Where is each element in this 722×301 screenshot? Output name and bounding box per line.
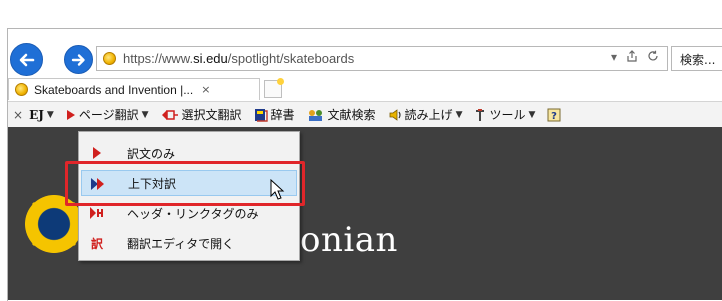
dictionary-button[interactable]: 辞書 <box>254 106 295 123</box>
tools-label: ツール <box>489 108 526 122</box>
ej-label: EJ <box>29 107 44 122</box>
tab-close-button[interactable]: × <box>201 83 210 96</box>
forward-button[interactable] <box>64 45 93 74</box>
url-path: /spotlight/skateboards <box>227 51 355 66</box>
literature-search-label: 文献検索 <box>327 108 376 122</box>
url-domain: si.edu <box>193 51 228 66</box>
mouse-cursor-icon <box>270 179 285 200</box>
dictionary-icon <box>254 108 268 122</box>
refresh-icon[interactable] <box>647 50 659 65</box>
selection-translate-button[interactable]: 選択文翻訳 <box>161 106 242 123</box>
share-icon[interactable] <box>626 50 638 65</box>
site-favicon-icon <box>103 52 116 65</box>
read-aloud-button[interactable]: 読み上げ ▼ <box>388 106 463 123</box>
page-translate-label: ページ翻訳 <box>78 108 139 122</box>
chevron-down-icon: ▼ <box>141 109 149 120</box>
back-button[interactable] <box>10 43 43 76</box>
page-translate-button[interactable]: ページ翻訳 ▼ <box>66 106 149 123</box>
address-tools: ▾ <box>611 50 659 65</box>
arrow-left-icon <box>19 53 34 66</box>
new-tab-button[interactable] <box>264 78 284 98</box>
selection-translate-icon <box>161 109 179 121</box>
chevron-down-icon[interactable]: ▾ <box>611 50 617 65</box>
header-link-icon <box>89 205 105 221</box>
tab-title: Skateboards and Invention |... <box>34 82 194 97</box>
svg-text:?: ? <box>552 111 558 122</box>
svg-text:訳: 訳 <box>91 236 104 251</box>
single-arrow-icon <box>89 145 105 161</box>
read-aloud-label: 読み上げ <box>404 108 453 122</box>
menu-item-open-editor[interactable]: 訳 翻訳エディタで開く <box>81 230 297 256</box>
selection-translate-label: 選択文翻訳 <box>181 108 242 122</box>
menu-item-label: 訳文のみ <box>127 146 176 161</box>
chevron-down-icon: ▼ <box>528 109 536 120</box>
help-button[interactable]: ? <box>547 107 566 123</box>
url-prefix: https://www. <box>123 51 194 66</box>
site-logo-text[interactable]: onian <box>300 220 398 260</box>
url-text[interactable]: https://www.si.edu/spotlight/skateboards <box>123 51 354 66</box>
search-input[interactable]: 検索... <box>671 46 722 71</box>
menu-item-label: ヘッダ・リンクタグのみ <box>127 206 259 221</box>
arrow-right-icon <box>71 53 85 66</box>
tools-icon <box>474 108 486 122</box>
tools-button[interactable]: ツール ▼ <box>474 106 535 123</box>
translation-toolbar: × EJ ▼ ページ翻訳 ▼ 選択文翻訳 辞書 文献検索 読み上げ ▼ ツール … <box>8 101 722 128</box>
menu-item-label: 翻訳エディタで開く <box>127 236 235 251</box>
browser-tab[interactable]: Skateboards and Invention |... × <box>8 78 260 100</box>
editor-icon: 訳 <box>89 235 105 251</box>
dictionary-label: 辞書 <box>270 108 295 122</box>
help-icon: ? <box>547 107 563 123</box>
chevron-down-icon: ▼ <box>455 109 463 120</box>
ej-direction-button[interactable]: EJ ▼ <box>29 108 54 122</box>
play-arrow-icon <box>66 109 76 121</box>
literature-search-icon <box>307 108 325 122</box>
highlight-annotation <box>65 161 305 206</box>
literature-search-button[interactable]: 文献検索 <box>307 106 376 123</box>
chevron-down-icon: ▼ <box>46 109 54 120</box>
address-bar[interactable]: https://www.si.edu/spotlight/skateboards… <box>96 46 668 71</box>
toolbar-close-button[interactable]: × <box>13 108 23 122</box>
speaker-icon <box>388 108 402 122</box>
tab-favicon-icon <box>15 83 28 96</box>
